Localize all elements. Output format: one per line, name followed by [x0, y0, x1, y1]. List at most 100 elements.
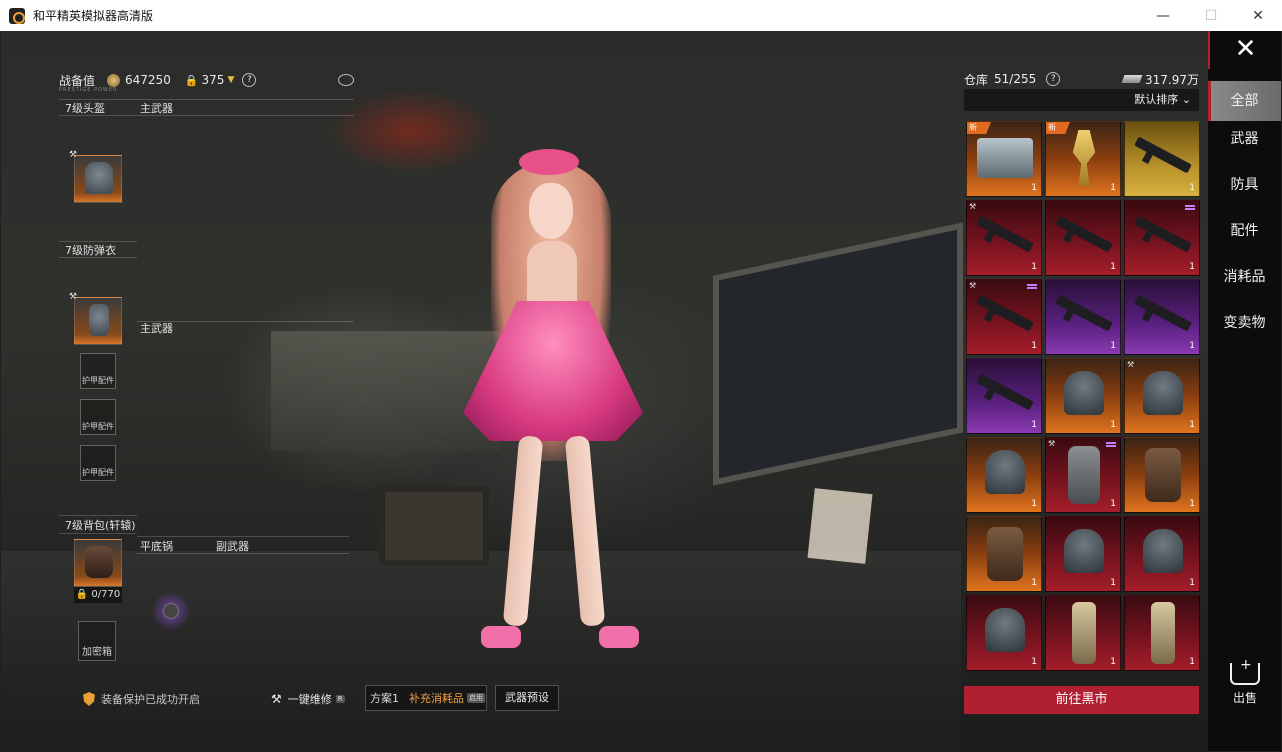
secondary-weapon-label: 副武器 [216, 540, 249, 553]
item-count: 1 [1189, 183, 1195, 193]
backpack-slot-label: 7级背包(轩辕) [65, 519, 136, 532]
new-badge: 新 [967, 122, 991, 134]
armor-attachment-label: 护甲配件 [82, 422, 114, 431]
item-count: 1 [1031, 262, 1037, 272]
character-face [529, 183, 573, 239]
app-logo-icon [9, 7, 25, 24]
help-icon[interactable]: ? [1046, 72, 1061, 86]
armor-attachment-label: 护甲配件 [82, 376, 114, 385]
money-display: 317.97万 [1121, 71, 1199, 88]
inventory-item-helmet[interactable]: ⚒ 1 [1124, 358, 1200, 434]
helmet-icon [1064, 371, 1104, 415]
inventory-item-vest[interactable]: ⚒ 1 [1045, 437, 1121, 513]
divider [137, 536, 349, 537]
one-click-repair-button[interactable]: ⚒ 一键维修 R [271, 691, 345, 707]
inventory-item-helmet[interactable]: 1 [966, 437, 1042, 513]
eye-icon[interactable] [338, 74, 354, 86]
inventory-item-helmet[interactable]: 1 [966, 595, 1042, 671]
window-title: 和平精英模拟器高清版 [33, 9, 154, 23]
divider [59, 115, 354, 116]
armor-slot[interactable]: ⚒ [69, 292, 122, 345]
inventory-item-gun[interactable]: 1 [1045, 279, 1121, 355]
item-count: 1 [1031, 657, 1037, 667]
frying-pan-icon[interactable] [151, 591, 191, 631]
divider [59, 515, 137, 516]
item-count: 1 [1110, 657, 1116, 667]
close-window-button[interactable]: ✕ [1235, 0, 1281, 31]
new-badge: 新 [1046, 122, 1070, 134]
tab-category-1[interactable]: 武器 [1208, 119, 1281, 159]
armor-attachment-slot-1[interactable]: 护甲配件 [80, 353, 116, 389]
backpack-slot[interactable] [74, 539, 122, 587]
cart-icon [1230, 657, 1260, 685]
gun-icon [976, 373, 1034, 411]
armor-slot-label: 7级防弹衣 [65, 244, 116, 257]
inventory-item-gun[interactable]: ⚒ 1 [966, 200, 1042, 276]
warehouse-grid: 新 1 新 1 1 ⚒ 1 1 1 ⚒ 1 1 1 1 1 ⚒ 1 1 ⚒ 1 1 1 1 1 1 1 1 [964, 121, 1200, 681]
inventory-item-suit[interactable]: 1 [1124, 595, 1200, 671]
maximize-button[interactable]: ☐ [1188, 0, 1234, 31]
armor-attachment-slot-2[interactable]: 护甲配件 [80, 399, 116, 435]
help-icon[interactable]: ? [242, 73, 257, 87]
inventory-item-gun[interactable]: 1 [1124, 279, 1200, 355]
close-inventory-button[interactable]: ✕ [1208, 31, 1281, 69]
cash-icon [1121, 75, 1143, 83]
dropdown-triangle-icon[interactable]: ▼ [227, 75, 234, 85]
tab-category-3[interactable]: 配件 [1208, 211, 1281, 251]
item-count: 1 [1031, 183, 1037, 193]
repair-tool-icon: ⚒ [69, 150, 78, 160]
helmet-icon [1064, 529, 1104, 573]
go-to-black-market-button[interactable]: 前往黑市 [964, 686, 1199, 714]
inventory-item-gun[interactable]: 1 [966, 358, 1042, 434]
inventory-item-pack[interactable]: 1 [966, 516, 1042, 592]
sort-dropdown[interactable]: 默认排序 ⌄ [964, 89, 1199, 111]
helmet-icon [1143, 529, 1183, 573]
inventory-item-box[interactable]: 新1 [966, 121, 1042, 197]
level-marker-icon [1027, 284, 1037, 289]
armor-attachment-slot-3[interactable]: 护甲配件 [80, 445, 116, 481]
item-count: 1 [1189, 578, 1195, 588]
repair-tools-icon: ⚒ [271, 692, 282, 706]
inventory-item-helmet[interactable]: 1 [1124, 516, 1200, 592]
tab-category-4[interactable]: 消耗品 [1208, 257, 1281, 297]
title-bar: 和平精英模拟器高清版 — ☐ ✕ [0, 0, 1282, 31]
inventory-item-helmet[interactable]: 1 [1045, 516, 1121, 592]
warehouse-count: 51/255 [994, 72, 1037, 86]
divider [137, 553, 349, 554]
gun-icon [976, 294, 1034, 332]
sell-button[interactable]: 出售 [1223, 657, 1267, 706]
loadout-plan-button[interactable]: 方案1 补充消耗品 启用 [365, 685, 487, 711]
item-count: 1 [1110, 262, 1116, 272]
minimize-button[interactable]: — [1140, 0, 1186, 31]
repair-tool-icon: ⚒ [969, 281, 977, 290]
gun-icon [1134, 215, 1192, 253]
inventory-item-suit[interactable]: 1 [1045, 595, 1121, 671]
repair-label: 一键维修 [287, 693, 332, 706]
warehouse-header: 仓库 51/255 ? 317.97万 [964, 69, 1199, 89]
combat-power-value: 647250 [125, 73, 171, 87]
tab-category-2[interactable]: 防具 [1208, 165, 1281, 205]
character-dress [463, 301, 643, 441]
shield-icon [83, 692, 95, 706]
inventory-item-gun[interactable]: 1 [1124, 121, 1200, 197]
inventory-item-trophy[interactable]: 新1 [1045, 121, 1121, 197]
inventory-item-helmet[interactable]: 1 [1045, 358, 1121, 434]
helmet-slot[interactable]: ⚒ [69, 150, 122, 203]
tab-category-5[interactable]: 变卖物 [1208, 303, 1281, 343]
inventory-item-gun[interactable]: ⚒ 1 [966, 279, 1042, 355]
gun-icon [1055, 294, 1113, 332]
inventory-item-gun[interactable]: 1 [1045, 200, 1121, 276]
pack-icon [987, 527, 1023, 581]
weapon-preset-button[interactable]: 武器预设 [495, 685, 559, 711]
tab-category-0[interactable]: 全部 [1208, 81, 1281, 121]
gun-icon [1134, 136, 1192, 174]
protection-text: 装备保护已成功开启 [101, 693, 200, 706]
helmet-slot-label: 7级头盔 [65, 102, 105, 115]
primary-weapon-label-2: 主武器 [140, 322, 173, 335]
inventory-item-gun[interactable]: 1 [1124, 200, 1200, 276]
character-model[interactable] [441, 141, 671, 661]
encrypted-box-slot[interactable]: 加密箱 [78, 621, 116, 661]
inventory-item-pack[interactable]: 1 [1124, 437, 1200, 513]
helmet-icon [985, 608, 1025, 652]
vest-icon [1068, 446, 1100, 504]
